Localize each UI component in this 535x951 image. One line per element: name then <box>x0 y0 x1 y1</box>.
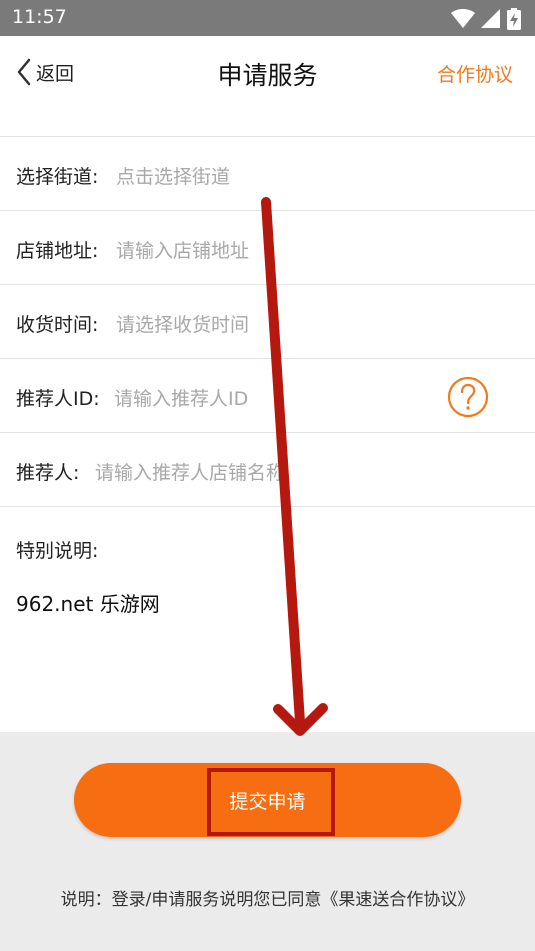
service-form: 选择街道: 点击选择街道 店铺地址: 请输入店铺地址 收货时间: 请选择收货时间… <box>0 110 535 732</box>
nav-bar: 返回 申请服务 合作协议 <box>0 36 535 110</box>
referrer-id-input[interactable]: 请输入推荐人ID <box>114 384 248 411</box>
referrer-label: 推荐人: <box>16 462 80 484</box>
receive-time-label: 收货时间: <box>16 314 99 336</box>
form-row-referrer-id[interactable]: 推荐人ID: 请输入推荐人ID <box>0 359 535 433</box>
status-time: 11:57 <box>12 6 67 28</box>
chevron-left-icon <box>17 58 31 86</box>
receive-time-picker[interactable]: 请选择收货时间 <box>116 310 249 337</box>
back-label: 返回 <box>36 62 75 85</box>
status-bar: 11:57 <box>0 0 535 36</box>
special-notes-label: 特别说明: <box>16 540 99 562</box>
battery-charging-icon <box>507 8 521 30</box>
back-button[interactable]: 返回 <box>16 58 74 86</box>
highlight-box <box>207 768 335 836</box>
status-icons <box>451 8 521 30</box>
address-input[interactable]: 请输入店铺地址 <box>116 236 249 263</box>
bottom-panel: 提交申请 说明：登录/申请服务说明您已同意《果速送合作协议》 <box>0 732 535 951</box>
form-row-street[interactable]: 选择街道: 点击选择街道 <box>0 137 535 211</box>
form-row-referrer[interactable]: 推荐人: 请输入推荐人店铺名称 <box>0 433 535 507</box>
address-label: 店铺地址: <box>16 240 99 262</box>
scrolled-row <box>0 110 535 137</box>
street-label: 选择街道: <box>16 166 99 188</box>
agreement-note: 说明：登录/申请服务说明您已同意《果速送合作协议》 <box>60 890 475 910</box>
agreement-link[interactable]: 合作协议 <box>437 60 513 87</box>
form-row-address[interactable]: 店铺地址: 请输入店铺地址 <box>0 211 535 285</box>
wifi-icon <box>451 9 475 28</box>
cell-signal-icon <box>481 9 500 28</box>
help-question-icon[interactable] <box>447 376 489 418</box>
referrer-input[interactable]: 请输入推荐人店铺名称 <box>95 458 285 485</box>
form-row-receive-time[interactable]: 收货时间: 请选择收货时间 <box>0 285 535 359</box>
special-notes-text[interactable]: 962.net 乐游网 <box>16 588 160 617</box>
submit-button[interactable]: 提交申请 <box>74 763 461 837</box>
street-picker[interactable]: 点击选择街道 <box>116 162 230 189</box>
referrer-id-label: 推荐人ID: <box>16 388 100 410</box>
